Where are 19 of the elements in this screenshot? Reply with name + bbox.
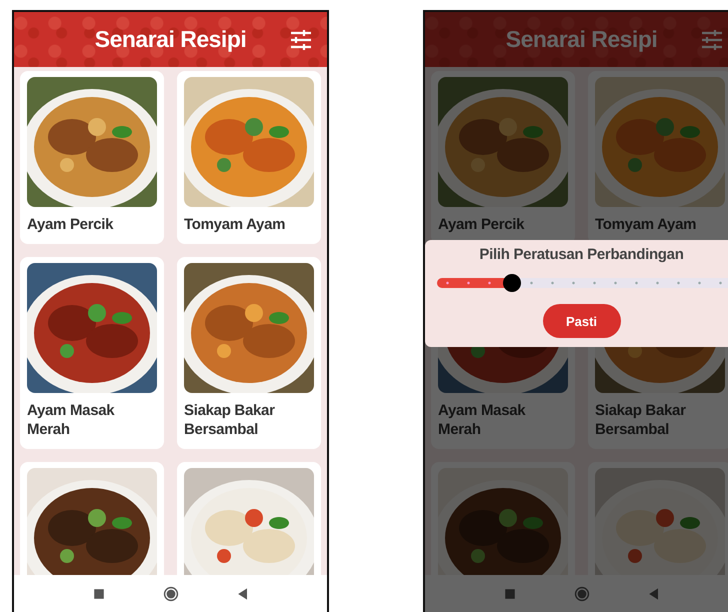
recipe-title: Ayam Percik: [27, 215, 114, 234]
recipe-card[interactable]: Siakap Bakar Bersambal: [177, 257, 321, 449]
home-icon[interactable]: [162, 586, 178, 602]
recipe-title: Siakap Bakar Bersambal: [184, 401, 276, 439]
recipe-card[interactable]: Ayam Percik: [20, 71, 164, 244]
recipe-title: Tomyam Ayam: [595, 215, 698, 234]
filter-icon[interactable]: [700, 28, 724, 52]
recipe-title: Ayam Masak Merah: [438, 401, 526, 439]
slider-thumb[interactable]: [503, 274, 522, 292]
recipe-card[interactable]: Ayam Masak Merah: [20, 257, 164, 449]
recipe-title: Ayam Masak Merah: [27, 401, 116, 439]
screen-title: Senarai Resipi: [506, 26, 658, 53]
filter-icon[interactable]: [289, 28, 313, 52]
recipe-title: Ayam Percik: [438, 215, 526, 234]
recipe-title: Tomyam Ayam: [184, 215, 286, 234]
recipe-card[interactable]: Tomyam Ayam: [177, 71, 321, 244]
screen-title: Senarai Resipi: [94, 26, 246, 53]
recipe-title: Siakap Bakar Bersambal: [595, 401, 687, 439]
confirm-button[interactable]: Pasti: [542, 304, 620, 338]
